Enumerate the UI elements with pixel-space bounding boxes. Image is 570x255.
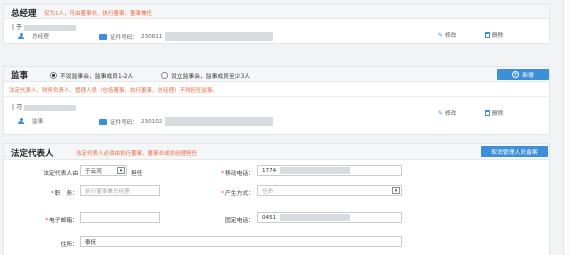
supervisor-hint: 法定代表人、财务负责人、管理人员（包括董事、执行董事、总经理）不得担任监事。	[9, 88, 219, 94]
legal-representative-header: 法定代表人 法定代表人必须由执行董事、董事长或总经理担任 取消管理人员备案	[4, 144, 549, 160]
supervisor-id: 证件号码： 230102	[99, 117, 274, 126]
radio-no-supervisory-board[interactable]: 不设监事会，监事成员1-2人	[50, 71, 133, 80]
cancel-management-filing-button[interactable]: 取消管理人员备案	[481, 146, 548, 157]
address-label: 住所：	[60, 242, 78, 248]
rep-suffix-label: 担任	[131, 171, 143, 177]
pencil-icon: ✎	[438, 31, 444, 39]
email-input[interactable]	[80, 212, 160, 223]
general-manager-name: | 于	[12, 22, 76, 31]
supervisor-role: 监事	[18, 117, 43, 125]
redacted-phone	[280, 167, 351, 174]
trash-icon	[485, 110, 490, 116]
mobile-label: *移动电话：	[221, 171, 254, 177]
supervisor-title: 监事	[11, 71, 29, 81]
general-manager-delete-button[interactable]: 删除	[485, 31, 503, 39]
redacted-name	[23, 24, 76, 31]
general-manager-id: 证件号码： 230811	[99, 32, 274, 41]
redacted-id	[165, 32, 274, 41]
id-card-icon	[99, 118, 107, 125]
legal-representative-panel: 法定代表人 法定代表人必须由执行董事、董事长或总经理担任 取消管理人员备案 法定…	[3, 143, 550, 255]
legal-representative-hint: 法定代表人必须由执行董事、董事长或总经理担任	[76, 151, 198, 157]
redacted-name	[23, 104, 76, 111]
radio-supervisory-board[interactable]: 设立监事会，监事成员至少3人	[161, 71, 250, 80]
add-supervisor-button[interactable]: + 新增	[497, 69, 549, 80]
plus-circle-icon: +	[512, 70, 520, 78]
email-label: *电子邮箱：	[45, 218, 78, 224]
position-label: *职 务：	[50, 191, 78, 197]
legal-representative-title: 法定代表人	[11, 149, 54, 159]
general-manager-edit-button[interactable]: ✎ 修改	[438, 31, 456, 40]
general-manager-role: 总经理	[18, 32, 49, 40]
supervisor-name: | 刁	[12, 102, 76, 111]
redacted-id	[165, 117, 274, 126]
radio-unchecked-icon	[161, 72, 168, 79]
phone-label: 固定电话：	[225, 218, 254, 224]
supervisor-header: 监事 不设监事会，监事成员1-2人 设立监事会，监事成员至少3人 + 新增	[4, 67, 549, 82]
person-icon	[18, 117, 24, 125]
chevron-down-icon: ▾	[117, 167, 125, 174]
chevron-down-icon: ▾	[392, 187, 400, 194]
mobile-input[interactable]: 1774	[257, 165, 402, 176]
address-input[interactable]: 泰抚	[80, 236, 402, 247]
position-input[interactable]: 执行董事兼总经理	[80, 185, 160, 196]
general-manager-header: 总经理 仅为1人，可由董事长、执行董事、董事兼任	[4, 5, 549, 19]
rep-from-select[interactable]: 于云河 ▾	[80, 165, 127, 176]
supervisor-panel: 监事 不设监事会，监事成员1-2人 设立监事会，监事成员至少3人 + 新增 法定…	[3, 66, 550, 135]
divider	[4, 96, 549, 97]
vertical-scrollbar[interactable]	[563, 0, 570, 255]
supervisor-edit-button[interactable]: ✎ 修改	[438, 109, 456, 118]
phone-input[interactable]: 0451	[257, 212, 402, 223]
general-manager-hint: 仅为1人，可由董事长、执行董事、董事兼任	[44, 11, 153, 17]
general-manager-title: 总经理	[11, 9, 37, 19]
radio-checked-icon	[50, 72, 57, 79]
person-icon	[18, 32, 24, 40]
general-manager-panel: 总经理 仅为1人，可由董事长、执行董事、董事兼任 | 于 总经理 证件号码： 2…	[3, 4, 550, 44]
supervisor-delete-button[interactable]: 删除	[485, 109, 503, 117]
redacted-phone	[280, 214, 351, 221]
pencil-icon: ✎	[438, 109, 444, 117]
method-select[interactable]: 任命 ▾	[257, 185, 402, 196]
method-label: *产生方式：	[221, 191, 254, 197]
id-card-icon	[99, 33, 107, 40]
trash-icon	[485, 32, 490, 38]
rep-from-label: 法定代表人由	[43, 171, 78, 177]
